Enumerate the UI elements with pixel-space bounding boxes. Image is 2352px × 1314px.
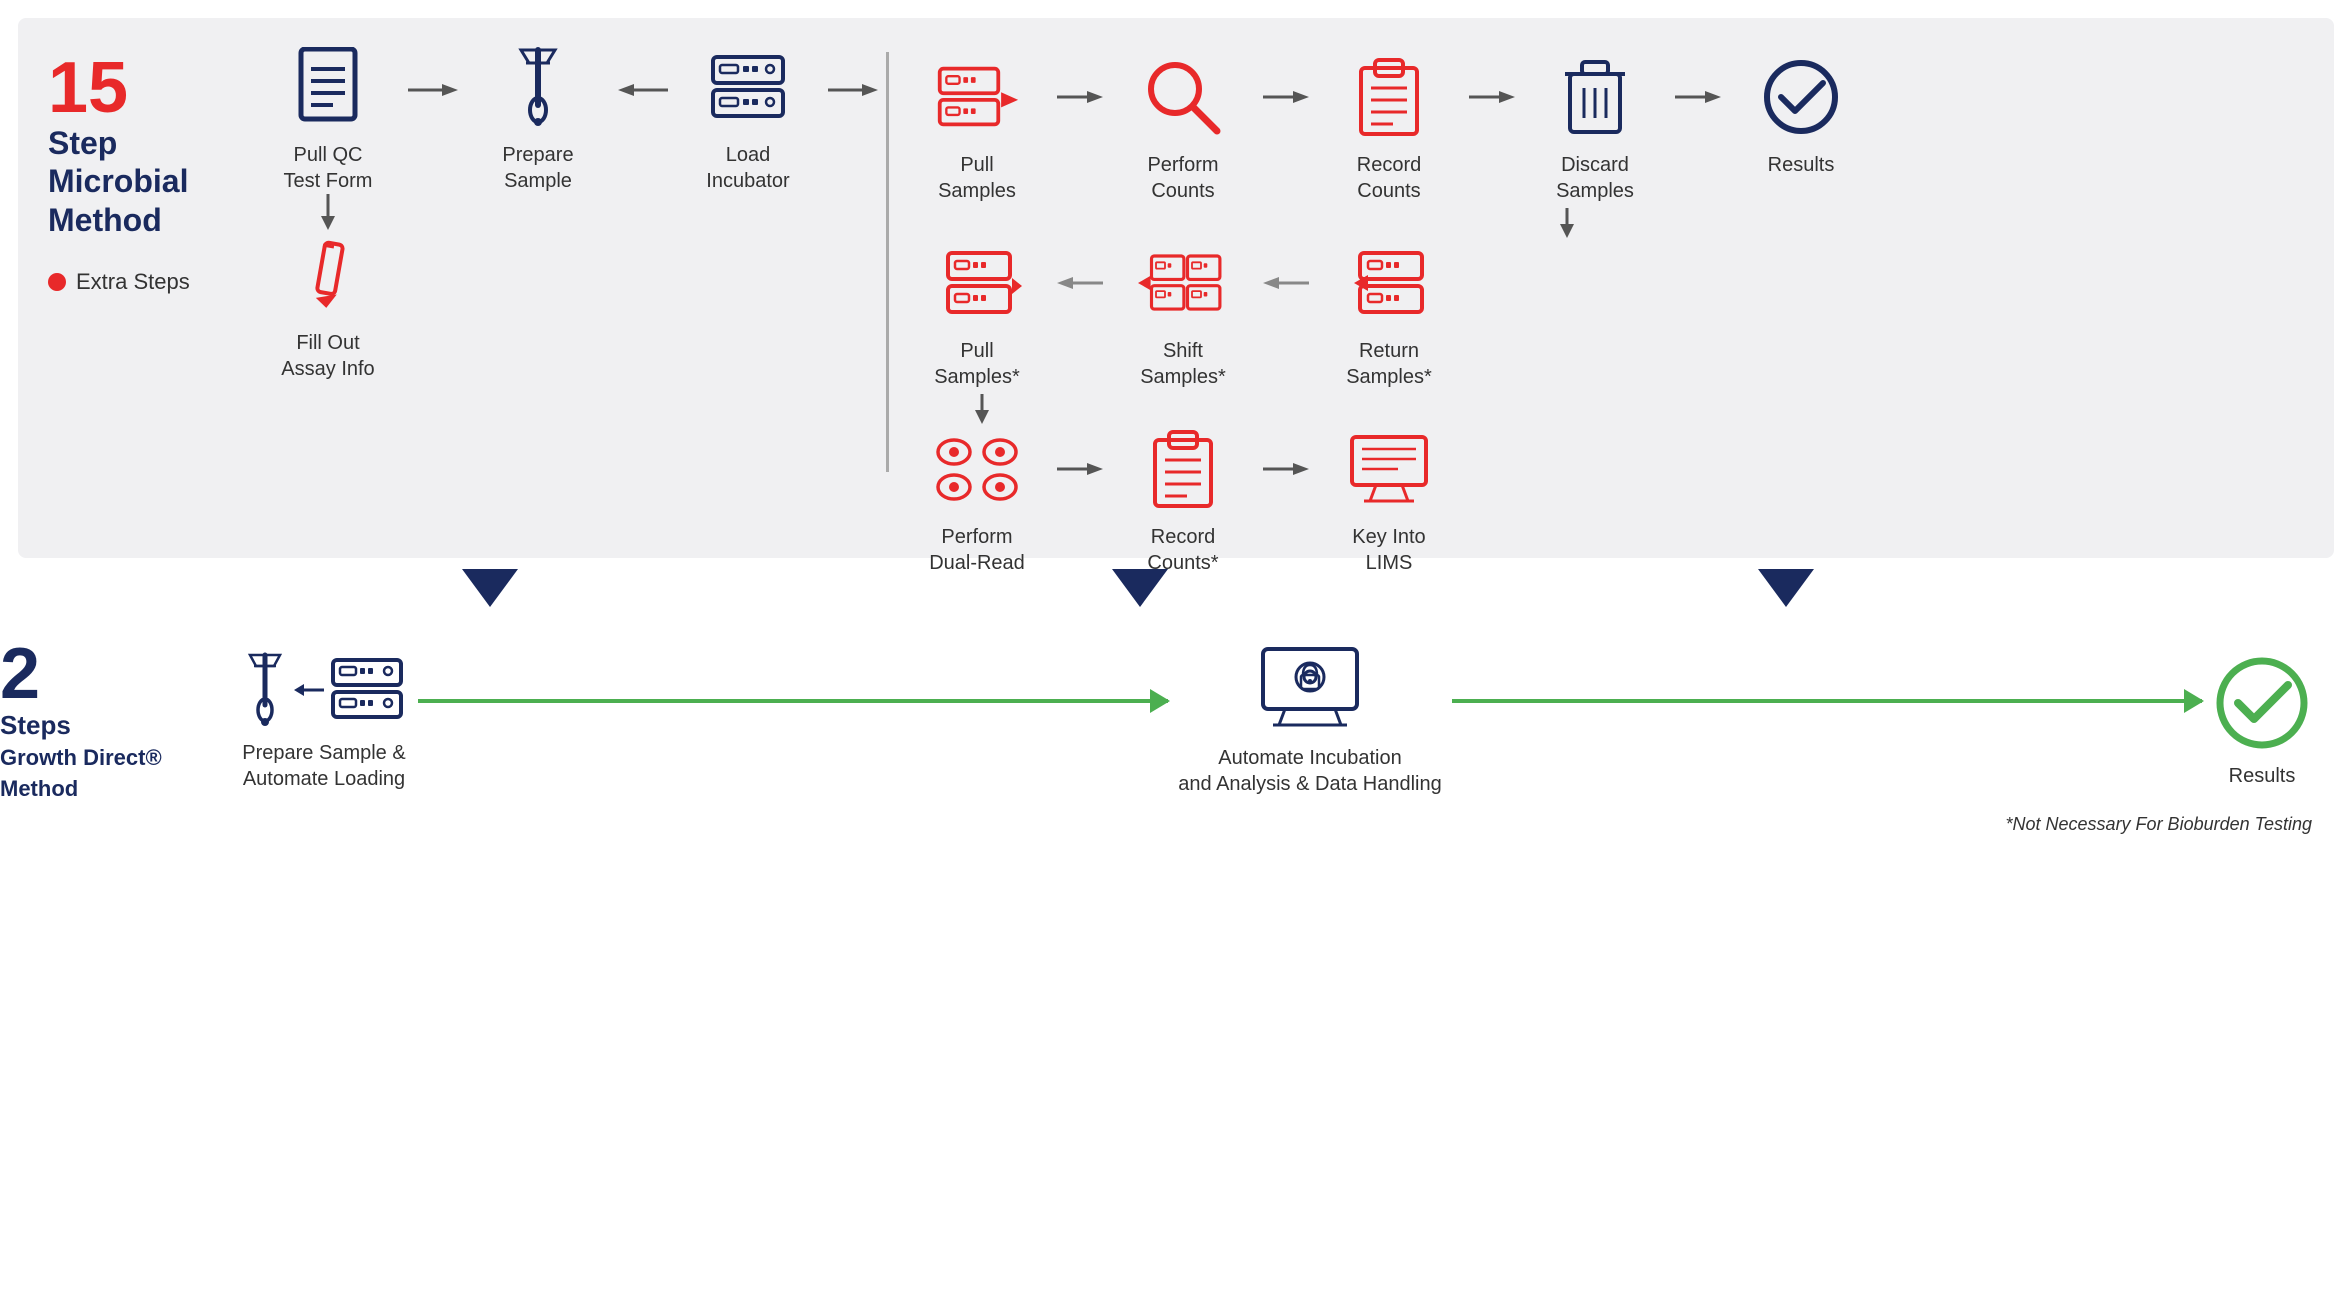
- automate-incubation-label: Automate Incubationand Analysis & Data H…: [1178, 745, 1442, 797]
- flow-area: Pull QCTest Form: [248, 42, 2304, 534]
- results-top-icon: [1756, 52, 1846, 142]
- right-grid: PullSamples: [897, 42, 2304, 576]
- left-label: 15 StepMicrobialMethod Extra Steps: [48, 42, 248, 534]
- step-key-into-lims: Key IntoLIMS: [1309, 424, 1469, 576]
- pull-samples-star-label: PullSamples*: [934, 338, 1020, 390]
- perform-counts-label: PerformCounts: [1147, 152, 1218, 204]
- step-discard-samples: DiscardSamples: [1515, 52, 1675, 204]
- pull-samples-star-icon: [932, 238, 1022, 328]
- record-counts-icon: [1344, 52, 1434, 142]
- green-arrow-1: [418, 699, 1168, 703]
- two-steps-flow: Prepare Sample &Automate Loading: [220, 645, 2352, 797]
- key-into-lims-icon: [1344, 424, 1434, 514]
- results-top-label: Results: [1768, 152, 1835, 178]
- two-steps-section: 2 Steps Growth Direct®Method: [0, 618, 2352, 804]
- arrow-left-2: [1057, 273, 1103, 293]
- two-steps-number: 2: [0, 638, 220, 710]
- arrow-right-1: [408, 80, 458, 100]
- arrow-right-2: [828, 80, 878, 100]
- triangle-1: [200, 569, 780, 607]
- arrow-down-rc: [897, 208, 2304, 238]
- arrow-right-7: [1057, 459, 1103, 479]
- step-results-bottom: Results: [2212, 653, 2312, 789]
- arrow-right-4: [1263, 87, 1309, 107]
- step-prepare-sample: PrepareSample: [458, 42, 618, 194]
- prepare-automate-icons: [240, 650, 408, 730]
- step-shift-samples: ShiftSamples*: [1103, 238, 1263, 390]
- growth-direct-label: Growth Direct®Method: [0, 745, 162, 801]
- fill-out-label: Fill OutAssay Info: [281, 330, 374, 382]
- step-pull-samples: PullSamples: [897, 52, 1057, 204]
- step-perform-counts: PerformCounts: [1103, 52, 1263, 204]
- pull-qc-label: Pull QCTest Form: [284, 142, 373, 194]
- green-arrow-2: [1452, 699, 2202, 703]
- arrow-left-3: [1263, 273, 1309, 293]
- perform-counts-icon: [1138, 52, 1228, 142]
- step-fill-out: Fill OutAssay Info: [248, 230, 408, 382]
- pull-samples-icon: [932, 52, 1022, 142]
- pull-samples-label: PullSamples: [938, 152, 1016, 204]
- record-counts-star-label: RecordCounts*: [1147, 524, 1218, 576]
- shift-samples-label: ShiftSamples*: [1140, 338, 1226, 390]
- two-steps-text: Steps Growth Direct®Method: [0, 710, 220, 804]
- step-return-samples: ReturnSamples*: [1309, 238, 1469, 390]
- arrow-right-5: [1469, 87, 1515, 107]
- right-row1: PullSamples: [897, 42, 2304, 204]
- step-prepare-automate: Prepare Sample &Automate Loading: [240, 650, 408, 792]
- load-incubator-icon: [703, 42, 793, 132]
- arrow-down-ps: [897, 394, 2304, 424]
- step-pull-qc: Pull QCTest Form: [248, 42, 408, 194]
- perform-dual-read-label: PerformDual-Read: [929, 524, 1025, 576]
- right-row3: PerformDual-Read: [897, 424, 2304, 576]
- footnote: *Not Necessary For Bioburden Testing: [0, 804, 2352, 835]
- extra-steps-dot: [48, 273, 66, 291]
- right-row2: PullSamples*: [897, 238, 2304, 390]
- extra-steps: Extra Steps: [48, 269, 190, 295]
- results-bottom-label: Results: [2229, 763, 2296, 789]
- arrow-left-1: [618, 80, 668, 100]
- step-record-counts: RecordCounts: [1309, 52, 1469, 204]
- arrow-down-1: [318, 194, 338, 230]
- automate-incubation-icon: [1255, 645, 1365, 735]
- prepare-automate-label: Prepare Sample &Automate Loading: [242, 740, 405, 792]
- fill-out-icon: [283, 230, 373, 320]
- two-steps-label: 2 Steps Growth Direct®Method: [0, 638, 220, 804]
- return-samples-icon: [1344, 238, 1434, 328]
- step-automate-incubation: Automate Incubationand Analysis & Data H…: [1178, 645, 1442, 797]
- step-label: StepMicrobialMethod: [48, 124, 188, 239]
- pull-qc-icon: [283, 42, 373, 132]
- step-perform-dual-read: PerformDual-Read: [897, 424, 1057, 576]
- results-bottom-icon: [2212, 653, 2312, 753]
- load-incubator-label: LoadIncubator: [706, 142, 789, 194]
- top-section: 15 StepMicrobialMethod Extra Steps: [18, 18, 2334, 558]
- step-number: 15: [48, 52, 128, 124]
- step-pull-samples-star: PullSamples*: [897, 238, 1057, 390]
- discard-samples-label: DiscardSamples: [1556, 152, 1634, 204]
- perform-dual-read-icon: [932, 424, 1022, 514]
- arrow-right-6: [1675, 87, 1721, 107]
- left-col: Pull QCTest Form: [248, 42, 408, 382]
- prepare-sample-icon: [493, 42, 583, 132]
- record-counts-star-icon: [1138, 424, 1228, 514]
- arrow-right-8: [1263, 459, 1309, 479]
- record-counts-label: RecordCounts: [1357, 152, 1421, 204]
- step-results-top: Results: [1721, 52, 1881, 178]
- prepare-sample-label: PrepareSample: [502, 142, 573, 194]
- arrow-right-3: [1057, 87, 1103, 107]
- shift-samples-icon: [1138, 238, 1228, 328]
- discard-samples-icon: [1550, 52, 1640, 142]
- step-record-counts-star: RecordCounts*: [1103, 424, 1263, 576]
- extra-steps-label: Extra Steps: [76, 269, 190, 295]
- key-into-lims-label: Key IntoLIMS: [1352, 524, 1425, 576]
- return-samples-label: ReturnSamples*: [1346, 338, 1432, 390]
- divider: [886, 52, 889, 472]
- step-load-incubator: LoadIncubator: [668, 42, 828, 194]
